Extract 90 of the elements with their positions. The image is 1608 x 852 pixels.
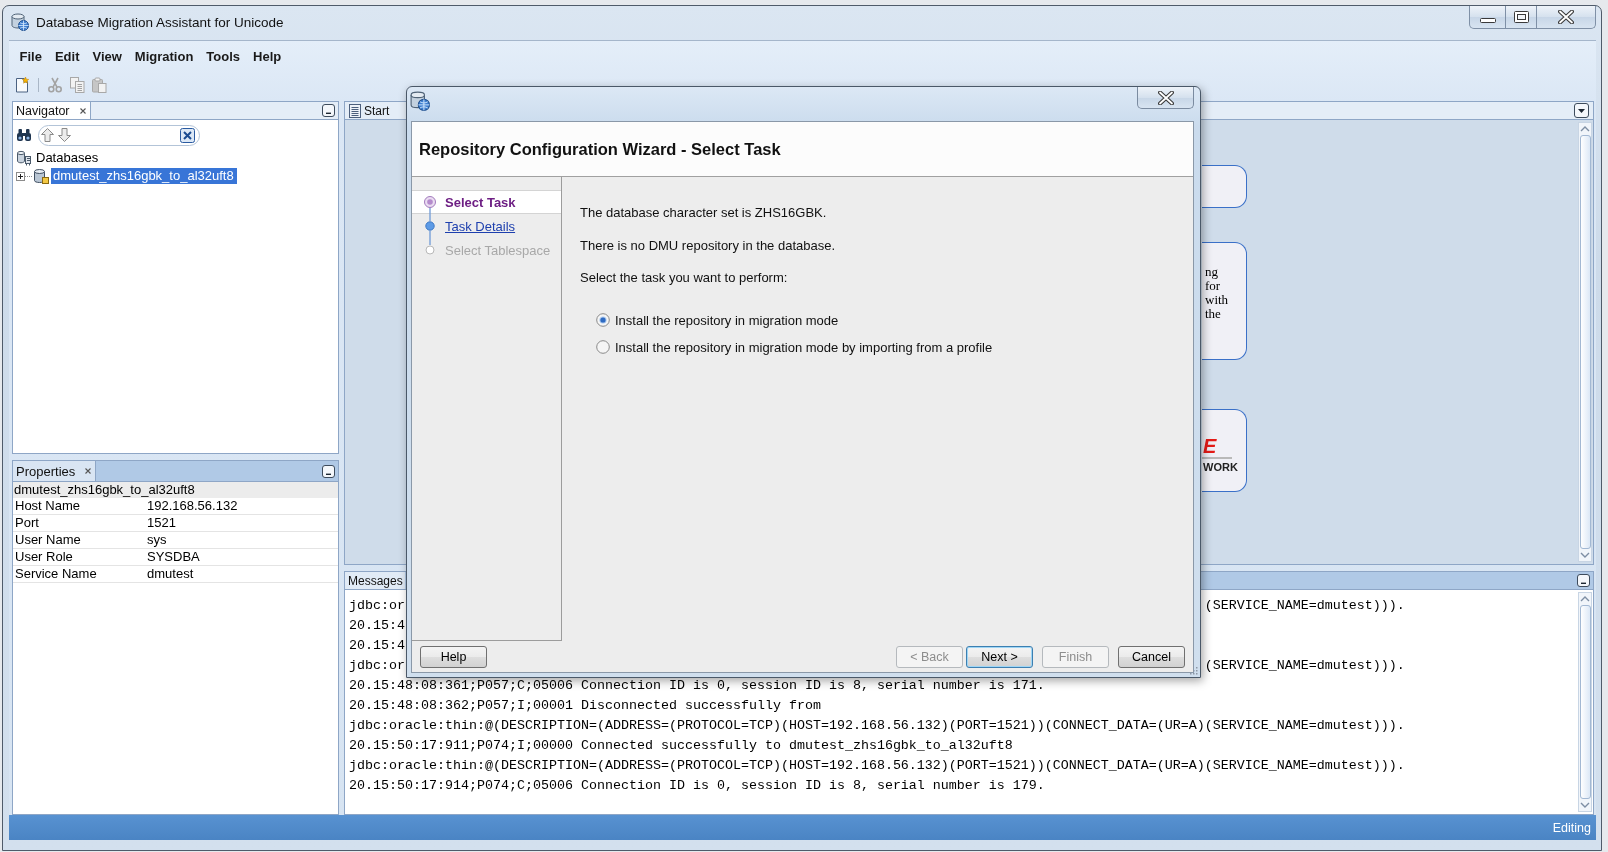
dialog-text: Select the task you want to perform: (580, 270, 789, 286)
up-chevron-icon[interactable] (1580, 596, 1590, 602)
dialog-text: The database character set is ZHS16GBK. (580, 205, 828, 221)
log-line: (SERVICE_NAME=dmutest))). (1204, 657, 1405, 675)
dropdown-button[interactable] (1574, 103, 1589, 118)
search-field[interactable] (38, 124, 200, 146)
log-line: jdbc:or (349, 597, 405, 615)
property-name: Service Name (14, 566, 98, 582)
minimize-icon (1479, 18, 1496, 23)
scrollbar-thumb[interactable] (1579, 135, 1591, 549)
close-icon[interactable] (79, 107, 86, 114)
new-file-icon[interactable] (14, 76, 30, 93)
property-name: User Name (14, 532, 82, 548)
close-icon (1157, 90, 1174, 105)
expand-icon[interactable] (16, 171, 25, 181)
log-line: jdbc:oracle:thin:@(DESCRIPTION=(ADDRESS=(PROTOCOL=TCP)(HOST=192.168.56.132)(PORT=1521))(CONNECT_DATA=(UR=A)(SERVICE_NAME=dmutest))). (349, 717, 1405, 735)
log-line: jdbc:oracle:thin:@(DESCRIPTION=(ADDRESS=(PROTOCOL=TCP)(HOST=192.168.56.132)(PORT=1521))(CONNECT_DATA=(UR=A)(SERVICE_NAME=dmutest))). (349, 757, 1405, 775)
maximize-icon (1513, 11, 1529, 23)
close-button[interactable] (1537, 6, 1596, 29)
log-line: jdbc:or (349, 657, 405, 675)
menu-item[interactable]: Edit (48, 47, 86, 66)
navigator-tab[interactable]: Navigator (13, 102, 91, 119)
vertical-scrollbar[interactable] (1578, 592, 1592, 812)
log-line: 20.15:50:17:914;P074;C;05006 Connection ID is 0, session ID is 8, serial number is 179. (349, 777, 1045, 795)
card-text: ng (1204, 265, 1218, 279)
down-arrow-icon[interactable] (58, 128, 71, 142)
property-name: Host Name (14, 498, 82, 514)
minimize-button[interactable] (1469, 6, 1506, 29)
step-dot-icon (423, 214, 437, 238)
card-text: with (1204, 293, 1229, 307)
properties-header: dmutest_zhs16gbk_to_al32uft8 (13, 482, 338, 498)
database-globe-icon (410, 91, 430, 111)
step-item[interactable]: Select Task (412, 190, 561, 214)
step-item[interactable]: Task Details (412, 214, 561, 238)
minimize-button[interactable] (1577, 574, 1590, 587)
card-text: the (1204, 307, 1221, 321)
wizard-title: Repository Configuration Wizard - Select Task (419, 139, 781, 159)
tree-item[interactable]: Databases (34, 150, 102, 166)
property-value: 1521 (147, 515, 176, 531)
logo-mark: E (1202, 435, 1217, 457)
menu-item[interactable]: File (13, 47, 49, 66)
minimize-button[interactable] (322, 104, 335, 117)
up-chevron-icon[interactable] (1580, 126, 1590, 132)
clear-icon[interactable] (180, 127, 195, 143)
down-chevron-icon[interactable] (1580, 802, 1590, 808)
scrollbar-thumb[interactable] (1579, 605, 1591, 799)
help-button[interactable]: Help (420, 645, 487, 668)
binoculars-icon[interactable] (16, 128, 32, 142)
log-line: (SERVICE_NAME=dmutest))). (1204, 597, 1405, 615)
radio-option[interactable]: Install the repository in migration mode by importing from a profile (580, 333, 1193, 361)
menu-item[interactable]: Help (246, 47, 288, 66)
menu-item[interactable]: Tools (199, 47, 247, 66)
minimize-button[interactable] (322, 464, 335, 478)
maximize-button[interactable] (1506, 6, 1537, 29)
window-title: Database Migration Assistant for Unicode (36, 14, 284, 31)
messages-tab[interactable]: Messages (345, 572, 405, 589)
radio-icon[interactable] (596, 340, 610, 354)
status-text: Editing (1552, 820, 1591, 835)
database-icon (33, 168, 49, 184)
log-line: 20.15:4 (349, 637, 405, 655)
down-chevron-icon[interactable] (1580, 552, 1590, 558)
property-name: User Role (14, 549, 74, 565)
start-page-tab[interactable]: Start (345, 102, 394, 119)
property-value: dmutest (147, 566, 194, 582)
radio-icon[interactable] (596, 313, 610, 327)
close-button[interactable] (1137, 87, 1194, 109)
log-line: 20.15:48:08:362;P057;I;00001 Disconnected successfully from (349, 697, 821, 715)
start-page-card (1202, 165, 1247, 208)
property-value: SYSDBA (147, 549, 200, 565)
property-value: sys (147, 532, 167, 548)
up-arrow-icon[interactable] (41, 128, 54, 142)
property-value: 192.168.56.132 (147, 498, 238, 514)
databases-icon (16, 150, 32, 166)
logo-text: WORK (1202, 461, 1238, 473)
menu-item[interactable]: Migration (128, 47, 200, 66)
dialog-text: There is no DMU repository in the database. (580, 237, 837, 254)
log-line: 20.15:4 (349, 617, 405, 635)
log-line: 20.15:50:17:911;P074;I;00000 Connected successfully to dmutest_zhs16gbk_to_al32uft8 (349, 737, 1013, 755)
vertical-scrollbar[interactable] (1578, 122, 1592, 562)
property-name: Port (14, 515, 40, 531)
menu-item[interactable]: View (85, 47, 129, 66)
next-button[interactable]: Next > (966, 645, 1033, 668)
close-icon (1558, 10, 1574, 24)
database-globe-icon (11, 13, 29, 31)
resize-grip-icon[interactable] (1189, 666, 1198, 675)
tree-item[interactable]: dmutest_zhs16gbk_to_al32uft8 (51, 168, 237, 184)
cancel-button[interactable]: Cancel (1118, 645, 1185, 668)
card-text: for (1204, 279, 1221, 293)
radio-option[interactable]: Install the repository in migration mode (580, 306, 1193, 334)
log-line: 20.15:48:08:361;P057;C;05006 Connection ID is 0, session ID is 8, serial number is 171. (349, 677, 1045, 695)
